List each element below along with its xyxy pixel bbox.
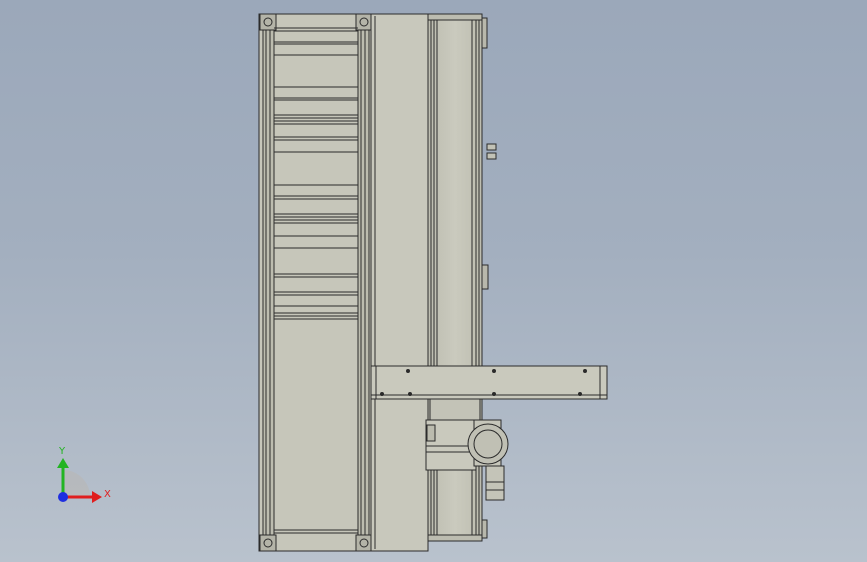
frame-left-rail xyxy=(262,17,275,548)
center-plate xyxy=(370,13,429,552)
frame-right-rail xyxy=(357,17,370,548)
triad-arc xyxy=(63,470,90,497)
corner-block-br xyxy=(355,534,373,552)
conveyor-frame xyxy=(258,13,373,552)
frame-outer xyxy=(258,13,372,552)
axis-triad: X Y xyxy=(57,446,111,503)
cad-viewport[interactable]: X Y xyxy=(0,0,867,562)
corner-block-bl xyxy=(259,534,277,552)
y-axis-label: Y xyxy=(58,446,66,457)
corner-block-tr xyxy=(355,13,373,31)
sensor-blocks xyxy=(486,143,497,160)
corner-block-tl xyxy=(259,13,277,31)
z-axis-dot xyxy=(58,492,68,502)
crossbar xyxy=(370,365,608,400)
x-axis-label: X xyxy=(104,489,111,500)
